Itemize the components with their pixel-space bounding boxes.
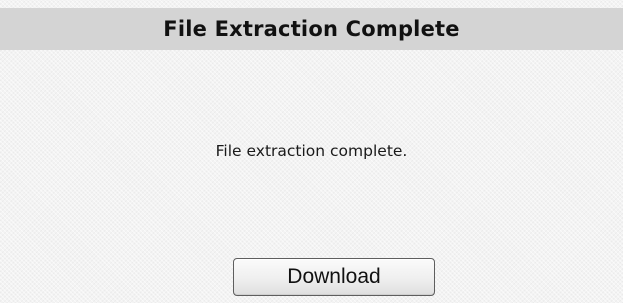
status-message: File extraction complete. — [215, 142, 408, 160]
extraction-complete-panel: File Extraction Complete File extraction… — [0, 0, 623, 303]
title-bar: File Extraction Complete — [0, 8, 623, 50]
download-button[interactable]: Download — [233, 258, 435, 296]
page-title: File Extraction Complete — [163, 17, 460, 41]
